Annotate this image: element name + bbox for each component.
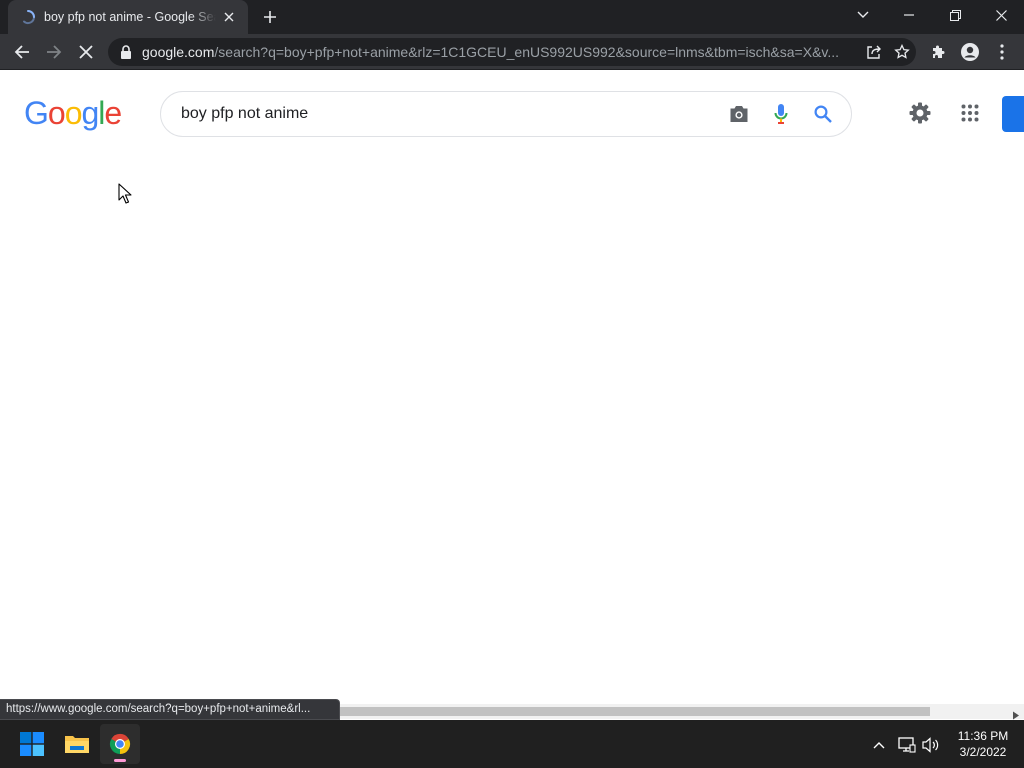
browser-toolbar: google.com/search?q=boy+pfp+not+anime&rl… — [0, 34, 1024, 70]
page-content: Google boy pfp not anime — [0, 71, 1024, 704]
chrome-taskbar-icon[interactable] — [100, 724, 140, 764]
settings-gear-icon[interactable] — [904, 97, 936, 129]
google-apps-grid-icon[interactable] — [954, 97, 986, 129]
clock-time: 11:36 PM — [957, 729, 1009, 743]
link-status-bubble: https://www.google.com/search?q=boy+pfp+… — [0, 699, 340, 720]
tab-search-button[interactable] — [840, 0, 886, 30]
camera-search-icon[interactable] — [719, 94, 759, 134]
microphone-icon[interactable] — [761, 94, 801, 134]
lock-icon[interactable] — [120, 45, 134, 59]
back-button[interactable] — [8, 38, 36, 66]
new-tab-button[interactable] — [258, 6, 282, 28]
show-hidden-icons-chevron-icon[interactable] — [868, 734, 890, 756]
chrome-menu-icon[interactable] — [988, 38, 1016, 66]
tab-title: boy pfp not anime - Google Search — [44, 10, 216, 24]
minimize-button[interactable] — [886, 0, 932, 30]
search-icon[interactable] — [803, 94, 843, 134]
logo-letter-g2: g — [81, 95, 99, 131]
google-logo[interactable]: Google — [24, 95, 122, 132]
address-path: /search?q=boy+pfp+not+anime&rlz=1C1GCEU_… — [214, 44, 840, 60]
profile-icon[interactable] — [956, 38, 984, 66]
mouse-cursor-icon — [118, 183, 132, 205]
logo-letter-e: e — [104, 95, 122, 131]
browser-tab-active[interactable]: boy pfp not anime - Google Search — [8, 0, 248, 34]
windows-taskbar: 11:36 PM 3/2/2022 — [0, 720, 1024, 768]
address-host: google.com — [142, 44, 215, 60]
file-explorer-icon[interactable] — [57, 724, 97, 764]
bookmark-star-icon[interactable] — [888, 38, 916, 66]
tab-close-icon[interactable] — [220, 8, 238, 26]
sign-in-button[interactable] — [1002, 96, 1024, 132]
forward-button[interactable] — [40, 38, 68, 66]
address-url[interactable]: google.com/search?q=boy+pfp+not+anime&rl… — [142, 44, 860, 60]
volume-icon[interactable] — [920, 734, 942, 756]
windows-start-button[interactable] — [12, 724, 52, 764]
logo-letter-o1: o — [47, 95, 66, 131]
close-window-button[interactable] — [978, 0, 1024, 30]
scroll-right-arrow-icon[interactable] — [1012, 707, 1020, 720]
loading-spinner-icon — [20, 9, 36, 25]
logo-letter-o2: o — [64, 95, 83, 131]
network-icon[interactable] — [896, 734, 918, 756]
search-input[interactable]: boy pfp not anime — [181, 105, 719, 123]
clock-date: 3/2/2022 — [959, 745, 1007, 759]
restore-button[interactable] — [932, 0, 978, 30]
search-box[interactable]: boy pfp not anime — [160, 91, 852, 137]
tab-strip: boy pfp not anime - Google Search — [0, 0, 1024, 34]
address-bar[interactable]: google.com/search?q=boy+pfp+not+anime&rl… — [108, 38, 916, 66]
active-app-indicator — [114, 759, 126, 762]
stop-loading-button[interactable] — [72, 38, 100, 66]
taskbar-clock[interactable]: 11:36 PM 3/2/2022 — [950, 728, 1016, 760]
share-icon[interactable] — [860, 38, 888, 66]
extensions-puzzle-icon[interactable] — [924, 38, 952, 66]
logo-letter-g1: G — [24, 95, 49, 131]
